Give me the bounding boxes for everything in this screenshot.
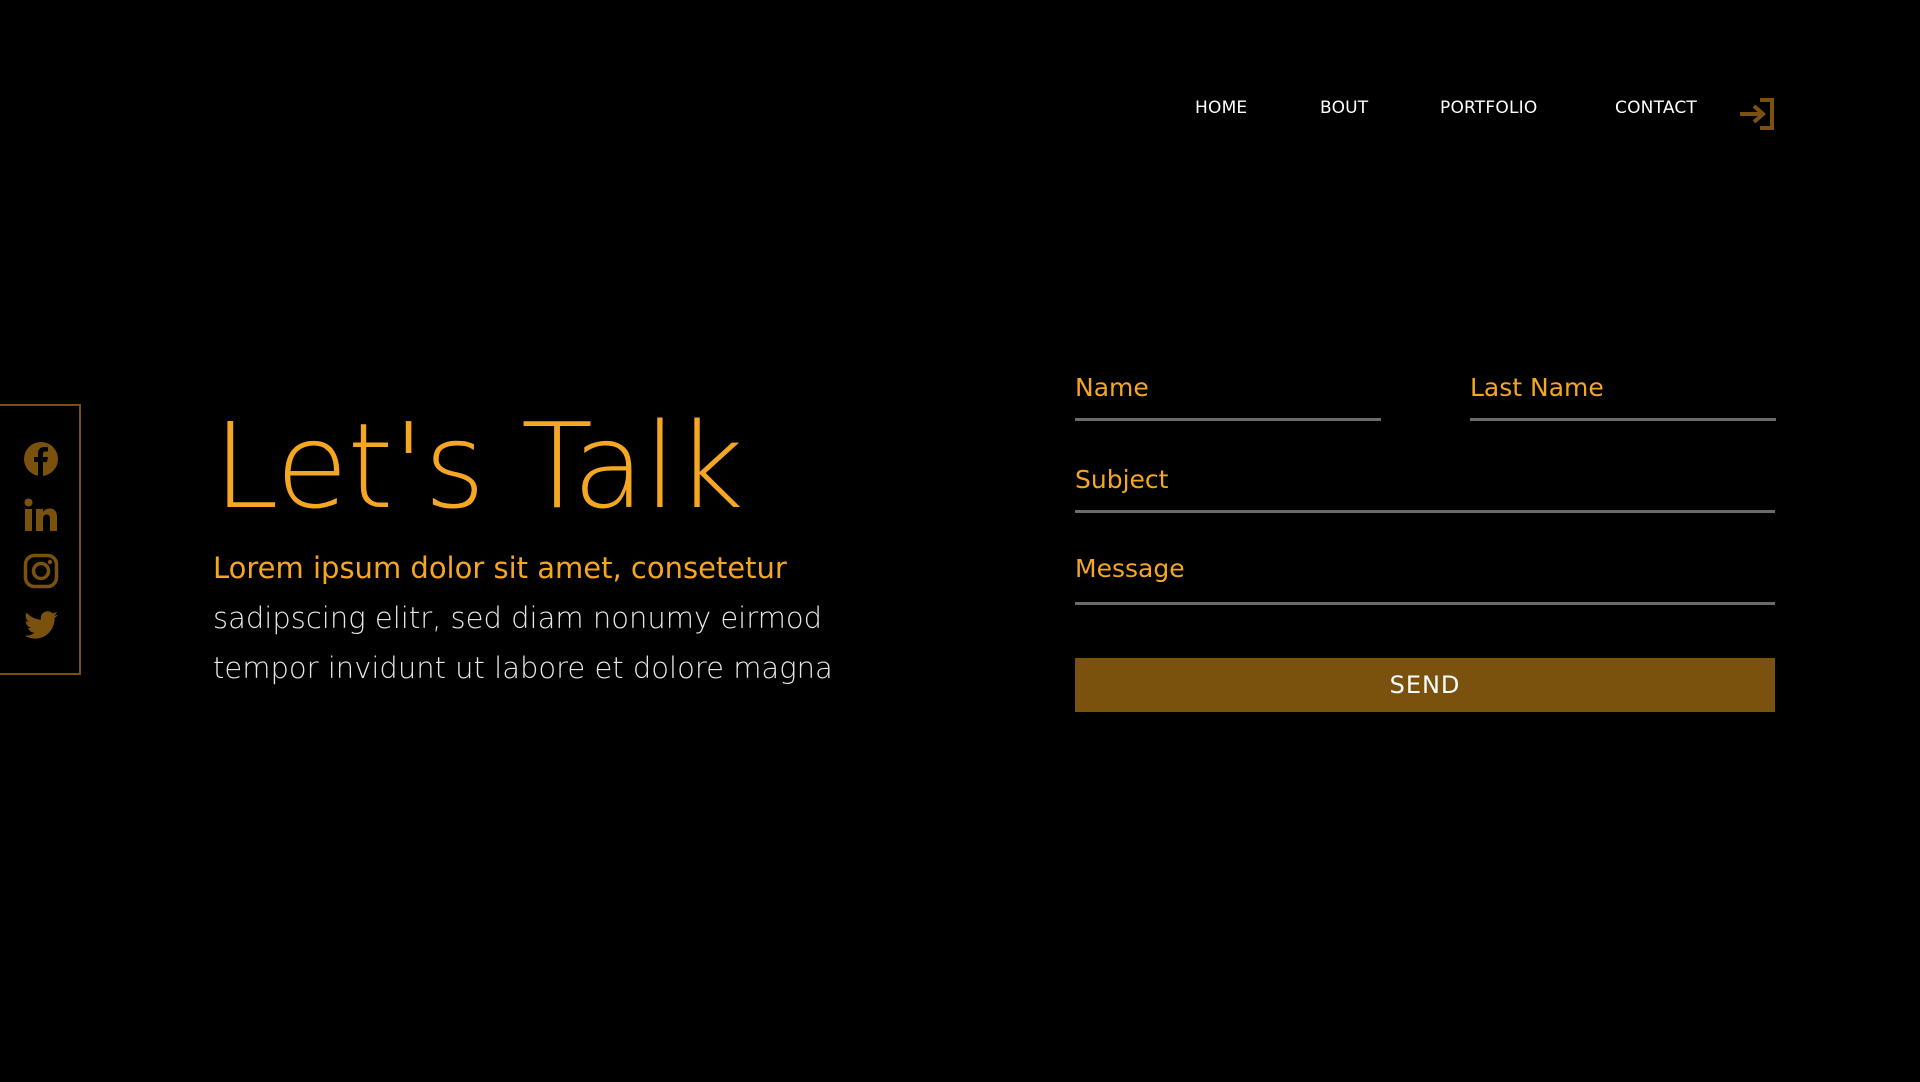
linkedin-icon[interactable] bbox=[22, 496, 60, 534]
nav-about-link[interactable]: BOUT bbox=[1320, 98, 1368, 118]
nav-contact-link[interactable]: CONTACT bbox=[1615, 98, 1697, 118]
facebook-icon[interactable] bbox=[22, 440, 60, 478]
social-links-bar bbox=[0, 404, 81, 675]
message-input[interactable] bbox=[1075, 554, 1775, 605]
page-title: Let's Talk bbox=[213, 397, 744, 535]
login-arrow-icon[interactable] bbox=[1738, 97, 1776, 131]
nav-home-link[interactable]: HOME bbox=[1195, 98, 1247, 118]
last-name-input[interactable] bbox=[1470, 370, 1776, 421]
send-button[interactable]: SEND bbox=[1075, 658, 1775, 712]
nav-portfolio-link[interactable]: PORTFOLIO bbox=[1440, 98, 1537, 118]
instagram-icon[interactable] bbox=[22, 552, 60, 590]
subject-input[interactable] bbox=[1075, 462, 1775, 513]
contact-page: HOME BOUT PORTFOLIO CONTACT Let's Talk L… bbox=[0, 0, 1920, 1082]
hero-subtitle-line-2: sadipscing elitr, sed diam nonumy eirmod bbox=[213, 601, 823, 635]
hero-subtitle-line-3: tempor invidunt ut labore et dolore magn… bbox=[213, 651, 833, 685]
twitter-icon[interactable] bbox=[22, 606, 60, 644]
hero-subtitle-line-1: Lorem ipsum dolor sit amet, consetetur bbox=[213, 551, 787, 585]
name-input[interactable] bbox=[1075, 370, 1381, 421]
